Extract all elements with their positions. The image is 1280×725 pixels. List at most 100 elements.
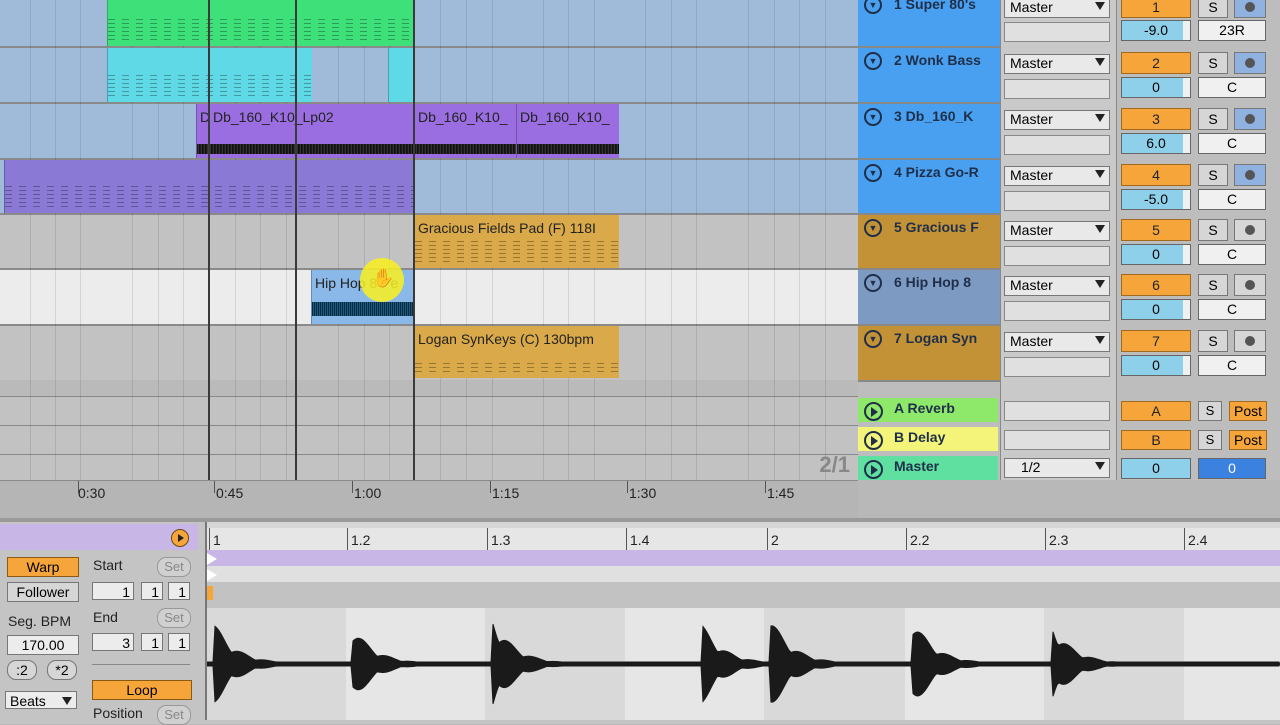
pan-field[interactable]: C	[1198, 189, 1266, 210]
input-channel-box[interactable]	[1004, 246, 1110, 266]
warp-mode-select[interactable]: Beats	[5, 691, 77, 709]
track-header[interactable]: ▼ 6 Hip Hop 8	[858, 270, 1000, 326]
track-activator-button[interactable]: 4	[1121, 164, 1191, 186]
clip-super80s[interactable]	[107, 0, 415, 46]
fold-arrow-icon[interactable]: ▼	[864, 52, 882, 70]
track-activator-button[interactable]: 1	[1121, 0, 1191, 18]
master-pan[interactable]: 0	[1198, 458, 1266, 479]
solo-button[interactable]: S	[1198, 0, 1228, 18]
waveform-display[interactable]	[207, 608, 1280, 720]
output-routing-select[interactable]: Master	[1004, 110, 1110, 130]
return-a-header[interactable]: A Reverb	[858, 398, 998, 422]
end-bar-field[interactable]: 3	[92, 633, 134, 651]
solo-button[interactable]: S	[1198, 274, 1228, 296]
launch-clip-icon[interactable]	[171, 529, 189, 547]
clip-db160-2[interactable]: Db_160_K10_	[414, 104, 517, 158]
start-beat-field[interactable]: 1	[141, 582, 163, 600]
clip-db160-3[interactable]: Db_160_K10_	[516, 104, 619, 158]
warp-button[interactable]: Warp	[7, 557, 79, 577]
monitor-icon[interactable]	[1234, 274, 1266, 296]
seg-bpm-field[interactable]: 170.00	[7, 635, 79, 655]
track-header[interactable]: ▼ 1 Super 80's	[858, 0, 1000, 48]
play-icon[interactable]	[864, 460, 883, 479]
return-b-post-button[interactable]: Post	[1229, 430, 1267, 450]
volume-field[interactable]: -5.0	[1121, 189, 1191, 210]
end-sixteenth-field[interactable]: 1	[168, 633, 190, 651]
monitor-icon[interactable]	[1234, 52, 1266, 74]
input-channel-box[interactable]	[1004, 191, 1110, 211]
time-ruler[interactable]: 0:30 0:45 1:00 1:15 1:30 1:45	[0, 480, 858, 519]
track-header[interactable]: ▼ 3 Db_160_K	[858, 104, 1000, 160]
master-header[interactable]: Master	[858, 456, 998, 480]
fold-arrow-icon[interactable]: ▼	[864, 330, 882, 348]
monitor-icon[interactable]	[1234, 219, 1266, 241]
clip-gracious-fields[interactable]: Gracious Fields Pad (F) 118I	[414, 215, 619, 268]
volume-field[interactable]: 0	[1121, 244, 1191, 265]
track-activator-button[interactable]: 3	[1121, 108, 1191, 130]
output-routing-select[interactable]: Master	[1004, 166, 1110, 186]
input-channel-box[interactable]	[1004, 301, 1110, 321]
play-icon[interactable]	[864, 402, 883, 421]
loop-brace[interactable]	[207, 550, 1280, 566]
start-bar-field[interactable]: 1	[92, 582, 134, 600]
lane-return-a[interactable]	[0, 396, 858, 425]
return-b-header[interactable]: B Delay	[858, 427, 998, 451]
end-set-button[interactable]: Set	[157, 608, 191, 628]
clip-db160-lp02[interactable]: D Db_160_K10_Lp02	[196, 104, 415, 158]
fold-arrow-icon[interactable]: ▼	[864, 219, 882, 237]
track-activator-button[interactable]: 7	[1121, 330, 1191, 352]
fold-arrow-icon[interactable]: ▼	[864, 108, 882, 126]
track-header[interactable]: ▼ 2 Wonk Bass	[858, 48, 1000, 104]
volume-field[interactable]: -9.0	[1121, 20, 1191, 41]
return-a-solo[interactable]: S	[1198, 401, 1222, 421]
pan-field[interactable]: 23R	[1198, 20, 1266, 41]
pan-field[interactable]: C	[1198, 133, 1266, 154]
warp-marker-icon[interactable]	[207, 586, 213, 600]
return-b-input[interactable]	[1004, 430, 1110, 450]
input-channel-box[interactable]	[1004, 135, 1110, 155]
output-routing-select[interactable]: Master	[1004, 221, 1110, 241]
lane-track-6[interactable]	[0, 270, 858, 324]
pan-field[interactable]: C	[1198, 244, 1266, 265]
lane-return-b[interactable]	[0, 425, 858, 454]
return-b-solo[interactable]: S	[1198, 430, 1222, 450]
fold-arrow-icon[interactable]: ▼	[864, 274, 882, 292]
double-tempo-button[interactable]: *2	[47, 660, 77, 680]
track-activator-button[interactable]: 2	[1121, 52, 1191, 74]
play-icon[interactable]	[864, 431, 883, 450]
loop-start-marker-icon[interactable]	[207, 553, 217, 565]
follower-button[interactable]: Follower	[7, 582, 79, 602]
master-volume[interactable]: 0	[1121, 458, 1191, 479]
solo-button[interactable]: S	[1198, 164, 1228, 186]
output-routing-select[interactable]: Master	[1004, 54, 1110, 74]
beat-ruler[interactable]: 1 1.2 1.3 1.4 2 2.2 2.3 2.4	[207, 528, 1280, 550]
input-channel-box[interactable]	[1004, 357, 1110, 377]
pan-field[interactable]: C	[1198, 77, 1266, 98]
monitor-icon[interactable]	[1234, 0, 1266, 18]
monitor-icon[interactable]	[1234, 164, 1266, 186]
return-a-activator[interactable]: A	[1121, 401, 1191, 421]
start-sixteenth-field[interactable]: 1	[168, 582, 190, 600]
pan-field[interactable]: C	[1198, 355, 1266, 376]
monitor-icon[interactable]	[1234, 330, 1266, 352]
position-set-button[interactable]: Set	[157, 705, 191, 725]
return-b-activator[interactable]: B	[1121, 430, 1191, 450]
solo-button[interactable]: S	[1198, 330, 1228, 352]
fold-arrow-icon[interactable]: ▼	[864, 164, 882, 182]
solo-button[interactable]: S	[1198, 219, 1228, 241]
volume-field[interactable]: 6.0	[1121, 133, 1191, 154]
fold-arrow-icon[interactable]: ▼	[864, 0, 882, 14]
track-header[interactable]: ▼ 5 Gracious F	[858, 215, 1000, 270]
volume-field[interactable]: 0	[1121, 77, 1191, 98]
monitor-icon[interactable]	[1234, 108, 1266, 130]
lane-master[interactable]	[0, 454, 858, 480]
start-marker-icon[interactable]	[207, 569, 217, 581]
solo-button[interactable]: S	[1198, 52, 1228, 74]
track-header[interactable]: ▼ 4 Pizza Go-R	[858, 160, 1000, 215]
return-a-post-button[interactable]: Post	[1229, 401, 1267, 421]
return-a-input[interactable]	[1004, 401, 1110, 421]
output-routing-select[interactable]: Master	[1004, 332, 1110, 352]
master-output-select[interactable]: 1/2	[1004, 458, 1110, 478]
warp-marker-bar[interactable]	[207, 582, 1280, 608]
half-tempo-button[interactable]: :2	[7, 660, 37, 680]
